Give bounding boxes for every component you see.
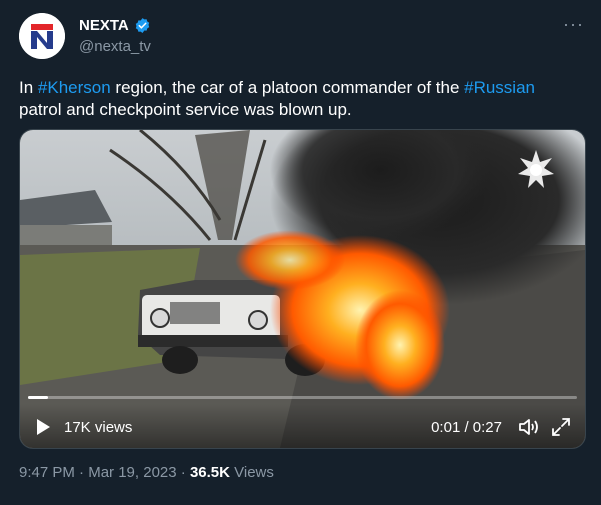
meta-separator: · [74,464,89,481]
video-views-label: 17K views [64,419,133,436]
video-progress-fill [28,396,49,399]
fullscreen-icon[interactable] [551,417,571,437]
tweet-time[interactable]: 9:47 PM [19,464,75,481]
hashtag-kherson-link[interactable]: #Kherson [38,78,111,97]
video-player[interactable]: 17K views 0:01 / 0:27 [19,129,586,449]
tweet-views-count: 36.5K [189,464,230,481]
tweet-meta: 9:47 PM · Mar 19, 2023 · 36.5K Views [19,464,274,481]
more-options-button[interactable]: ··· [563,14,584,35]
author-info: NEXTA @nexta_tv [79,15,151,56]
tweet-text: In #Kherson region, the car of a platoon… [19,77,579,121]
hashtag-russian-link[interactable]: #Russian [464,78,535,97]
author-avatar[interactable] [19,13,65,59]
meta-separator: · [176,464,190,481]
emblem-icon [518,150,554,188]
tweet-date[interactable]: Mar 19, 2023 [88,464,176,481]
author-handle[interactable]: @nexta_tv [79,38,151,55]
tweet-text-part: patrol and checkpoint service was blown … [19,100,352,119]
volume-icon[interactable] [518,417,540,437]
tweet-views-word: Views [229,464,274,481]
play-icon[interactable] [35,418,51,436]
video-progress-bar[interactable] [28,396,577,399]
video-controls: 17K views 0:01 / 0:27 [20,404,585,448]
tweet-text-part: region, the car of a platoon commander o… [110,78,465,97]
video-time-label: 0:01 / 0:27 [431,419,502,436]
tweet-text-part: In [19,78,38,97]
verified-badge-icon [135,17,149,33]
nexta-logo-icon [19,13,65,59]
author-display-name[interactable]: NEXTA [79,17,129,34]
video-frame [20,130,585,448]
